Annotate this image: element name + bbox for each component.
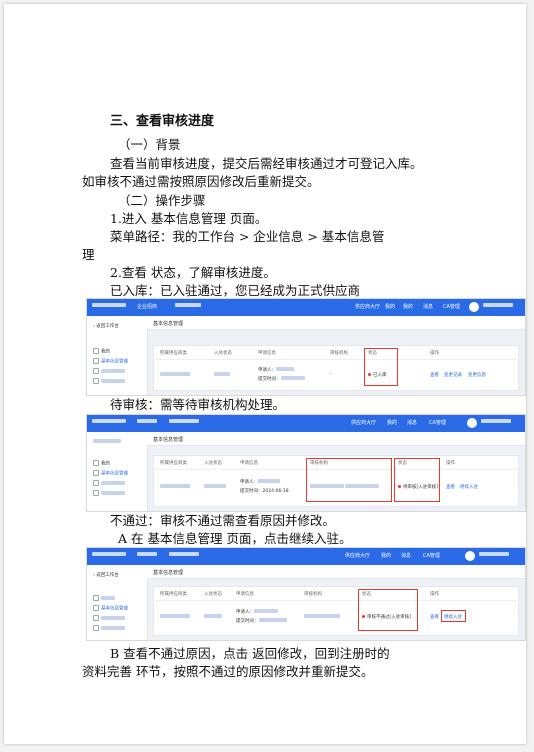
- top-nav-bar: 企业招商 供应商大厅 我的 我的 消息 CA管理: [87, 299, 525, 316]
- sidebar-item-basic-info[interactable]: 基本信息管理: [93, 358, 128, 365]
- status-highlight: [394, 458, 440, 502]
- step-1: 1.进入 基本信息管理 页面。: [110, 211, 268, 226]
- sidebar-item-mine[interactable]: 我的: [93, 348, 110, 355]
- avatar[interactable]: [469, 302, 479, 312]
- status-highlight: [364, 348, 398, 386]
- top-nav-item[interactable]: 供应商大厅: [345, 552, 370, 559]
- top-nav-item[interactable]: 消息: [423, 303, 433, 310]
- breadcrumb: 基本信息管理: [147, 432, 525, 446]
- top-nav-bar: 供应商大厅 我的 消息 CA管理: [87, 415, 525, 432]
- continue-settle-link[interactable]: 继续入驻: [460, 484, 478, 490]
- steps-heading: （二）操作步骤: [118, 193, 206, 208]
- continue-settle-link[interactable]: 继续入驻: [444, 614, 462, 620]
- table-panel: 所属供应商类 入驻状态 申请信息 审核机构 状态 操作 申请人： 提交时间： -…: [153, 345, 519, 391]
- sidebar-item-back[interactable]: ‹ 返回工作台: [93, 323, 119, 329]
- view-link[interactable]: 查看: [430, 614, 439, 620]
- section-title: 三、查看审核进度: [110, 114, 215, 129]
- breadcrumb: 基本信息管理: [147, 316, 525, 330]
- rejected-step-b-line-1: B 查看不通过原因，点击 返回修改，回到注册时的: [110, 646, 390, 661]
- table-panel: 所属供应商类 入驻状态 申请信息 审核机构 状态 操作 申请人： 提交时间：20…: [153, 455, 519, 507]
- screenshot-rejected: 供应商大厅 我的 消息 CA管理 ‹ 返回工作台 基本信息管理 基本信息管理 所…: [86, 547, 526, 641]
- rejected-status-desc: 不通过：审核不通过需查看原因并修改。: [110, 513, 336, 528]
- pending-status-desc: 待审核：需等待审核机构处理。: [110, 397, 286, 412]
- document-page: 三、查看审核进度 （一）背景 查看当前审核进度，提交后需经审核通过才可登记入库。…: [4, 4, 526, 744]
- change-info-link[interactable]: 变更信息: [468, 372, 486, 378]
- rejected-step-a: A 在 基本信息管理 页面，点击继续入驻。: [118, 531, 352, 546]
- menu-path-line-2: 理: [82, 247, 95, 262]
- change-record-link[interactable]: 变更记录: [444, 372, 462, 378]
- rejected-step-b-line-2: 资料完善 环节，按照不通过的原因修改并重新提交。: [82, 664, 374, 679]
- sidebar: ‹ 返回工作台 基本信息管理: [87, 565, 148, 640]
- top-nav-item[interactable]: 消息: [407, 419, 417, 426]
- top-nav-item[interactable]: 我的: [381, 552, 391, 559]
- table-panel: 所属供应商类 入驻状态 申请信息 审核机构 状态 操作 申请人： 提交时间： 审…: [153, 586, 519, 636]
- status-badge: 审核不通过[入驻审核]: [362, 614, 411, 620]
- top-nav-item[interactable]: 消息: [401, 552, 411, 559]
- screenshot-stored: 企业招商 供应商大厅 我的 我的 消息 CA管理 ‹ 返回工作台 我的 基本信息…: [86, 298, 526, 396]
- sidebar-item-basic-info[interactable]: 基本信息管理: [93, 470, 128, 477]
- menu-path-line-1: 菜单路径：我的工作台 > 企业信息 > 基本信息管: [110, 229, 385, 244]
- top-nav-item[interactable]: 企业招商: [137, 303, 157, 310]
- status-badge: 已入库: [368, 372, 387, 378]
- background-line-2: 如审核不通过需按照原因修改后重新提交。: [82, 174, 320, 189]
- sidebar-item-basic-info[interactable]: 基本信息管理: [93, 605, 128, 612]
- sidebar-item-mine[interactable]: 我的: [93, 460, 110, 467]
- top-nav-item[interactable]: 我的: [403, 303, 413, 310]
- view-link[interactable]: 查看: [430, 372, 439, 378]
- top-nav-item[interactable]: CA管理: [443, 303, 460, 310]
- stored-status-desc: 已入库：已入驻通过，您已经成为正式供应商: [110, 283, 361, 298]
- top-nav-bar: 供应商大厅 我的 消息 CA管理: [87, 548, 525, 565]
- status-highlight: [358, 589, 418, 631]
- sidebar: 我的 基本信息管理: [87, 432, 148, 511]
- auditor-highlight: [306, 458, 392, 502]
- screenshot-pending: 供应商大厅 我的 消息 CA管理 我的 基本信息管理 基本信息管理 所属供应商类…: [86, 414, 526, 512]
- avatar[interactable]: [467, 418, 477, 428]
- avatar[interactable]: [465, 551, 475, 561]
- background-line-1: 查看当前审核进度，提交后需经审核通过才可登记入库。: [110, 156, 423, 171]
- step-2: 2.查看 状态，了解审核进度。: [110, 265, 276, 280]
- top-nav-item[interactable]: CA管理: [429, 419, 446, 426]
- background-heading: （一）背景: [118, 137, 181, 152]
- status-badge: 待审核[入驻审核]: [398, 484, 438, 490]
- top-nav-item[interactable]: CA管理: [423, 552, 440, 559]
- sidebar: ‹ 返回工作台 我的 基本信息管理: [87, 316, 148, 395]
- top-nav-item[interactable]: 供应商大厅: [351, 419, 376, 426]
- top-nav-item[interactable]: 我的: [387, 419, 397, 426]
- top-nav-item[interactable]: 供应商大厅: [355, 303, 380, 310]
- sidebar-item-back[interactable]: ‹ 返回工作台: [93, 572, 119, 578]
- breadcrumb: 基本信息管理: [147, 565, 525, 579]
- view-link[interactable]: 查看: [446, 484, 455, 490]
- top-nav-item[interactable]: 我的: [385, 303, 395, 310]
